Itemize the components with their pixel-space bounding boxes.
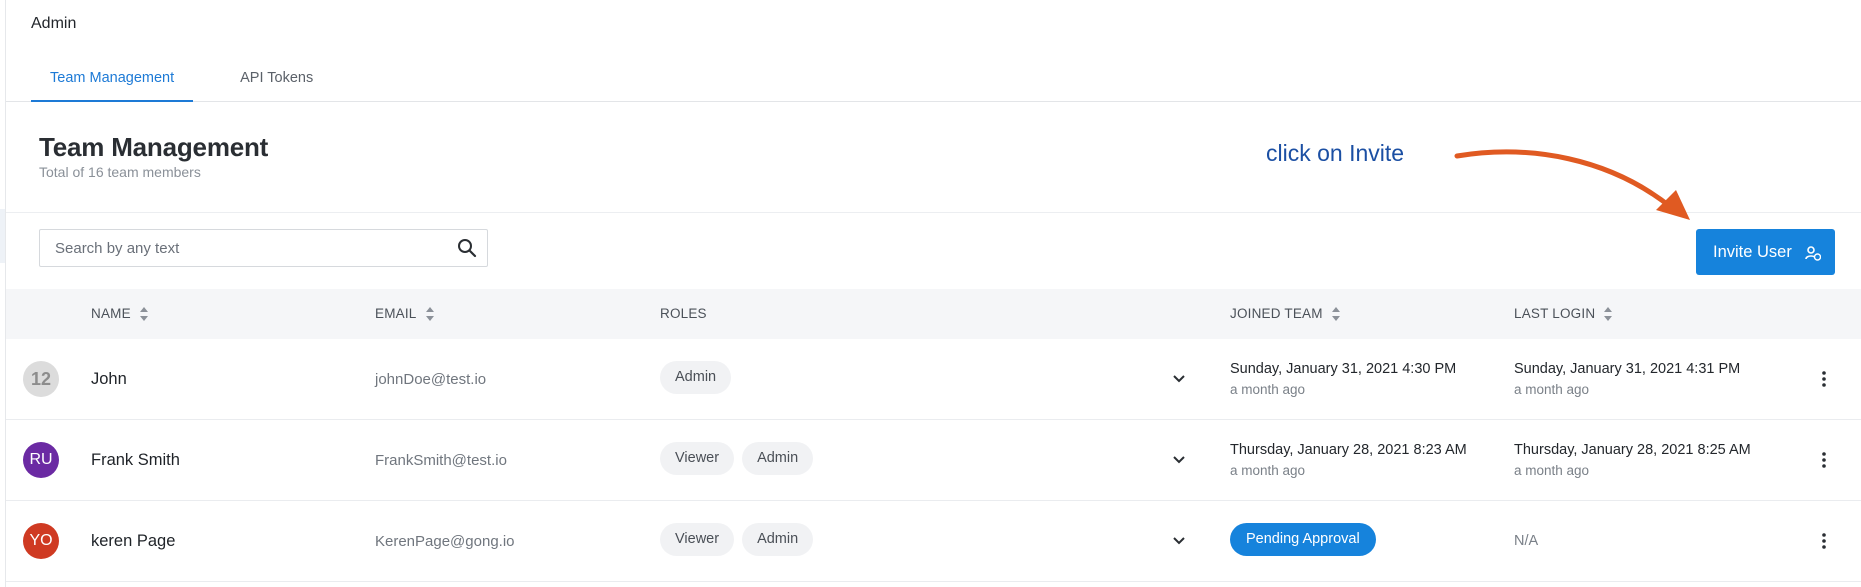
tab-api-tokens[interactable]: API Tokens bbox=[221, 66, 332, 102]
joined-relative: a month ago bbox=[1230, 463, 1306, 478]
page-title: Team Management bbox=[39, 132, 269, 162]
chevron-down-icon[interactable] bbox=[1170, 531, 1188, 549]
sort-icon bbox=[139, 307, 148, 321]
column-header-roles: ROLES bbox=[660, 289, 707, 339]
more-options-icon[interactable] bbox=[1818, 369, 1830, 389]
add-user-icon bbox=[1805, 245, 1822, 266]
last-login-na: N/A bbox=[1514, 533, 1539, 549]
roles-list: Admin bbox=[660, 361, 732, 394]
avatar: 12 bbox=[23, 361, 59, 397]
invite-user-label: Invite User bbox=[1713, 242, 1792, 261]
column-label: LAST LOGIN bbox=[1514, 306, 1596, 321]
last-login-date: Sunday, January 31, 2021 4:31 PM bbox=[1514, 361, 1741, 377]
chevron-down-icon[interactable] bbox=[1170, 369, 1188, 387]
more-options-icon[interactable] bbox=[1818, 531, 1830, 551]
joined-date: Thursday, January 28, 2021 8:23 AM bbox=[1230, 442, 1467, 458]
search-icon[interactable] bbox=[447, 230, 487, 266]
page-subtitle: Total of 16 team members bbox=[39, 164, 201, 180]
more-options-icon[interactable] bbox=[1818, 450, 1830, 470]
column-label: EMAIL bbox=[375, 306, 417, 321]
column-header-joined-team[interactable]: JOINED TEAM bbox=[1230, 289, 1341, 339]
invite-user-button[interactable]: Invite User bbox=[1696, 229, 1835, 275]
member-email: FrankSmith@test.io bbox=[375, 452, 507, 469]
role-chip: Admin bbox=[742, 442, 814, 475]
roles-list: Viewer Admin bbox=[660, 523, 814, 556]
member-email: KerenPage@gong.io bbox=[375, 533, 515, 550]
table-row[interactable]: RU Frank Smith FrankSmith@test.io Viewer… bbox=[6, 420, 1861, 501]
team-table: NAME EMAIL ROLES JOINED TEAM LAST LOGIN … bbox=[6, 289, 1861, 582]
sort-icon bbox=[425, 307, 434, 321]
column-header-name[interactable]: NAME bbox=[91, 289, 149, 339]
tab-bar: Team Management API Tokens bbox=[31, 66, 332, 102]
joined-relative: a month ago bbox=[1230, 382, 1306, 397]
column-label: JOINED TEAM bbox=[1230, 306, 1323, 321]
annotation-text: click on Invite bbox=[1266, 140, 1405, 166]
table-header: NAME EMAIL ROLES JOINED TEAM LAST LOGIN bbox=[6, 289, 1861, 339]
joined-date: Sunday, January 31, 2021 4:30 PM bbox=[1230, 361, 1457, 377]
avatar: RU bbox=[23, 442, 59, 478]
left-rail-marker bbox=[0, 209, 5, 263]
member-email: johnDoe@test.io bbox=[375, 371, 487, 388]
chevron-down-icon[interactable] bbox=[1170, 450, 1188, 468]
member-name: Frank Smith bbox=[91, 451, 180, 469]
search-input[interactable] bbox=[40, 231, 447, 265]
column-label: ROLES bbox=[660, 306, 707, 321]
role-chip: Viewer bbox=[660, 523, 735, 556]
last-login-relative: a month ago bbox=[1514, 463, 1590, 478]
role-chip: Admin bbox=[742, 523, 814, 556]
toolbar: Invite User bbox=[6, 213, 1861, 289]
search-box bbox=[39, 229, 488, 267]
last-login-date: Thursday, January 28, 2021 8:25 AM bbox=[1514, 442, 1751, 458]
table-row[interactable]: YO keren Page KerenPage@gong.io Viewer A… bbox=[6, 501, 1861, 582]
avatar: YO bbox=[23, 523, 59, 559]
member-name: keren Page bbox=[91, 532, 176, 550]
column-header-last-login[interactable]: LAST LOGIN bbox=[1514, 289, 1613, 339]
table-row[interactable]: 12 John johnDoe@test.io Admin Sunday, Ja… bbox=[6, 339, 1861, 420]
sort-icon bbox=[1604, 307, 1613, 321]
top-header: Admin Team Management API Tokens bbox=[6, 0, 1861, 102]
role-chip: Admin bbox=[660, 361, 732, 394]
roles-list: Viewer Admin bbox=[660, 442, 814, 475]
column-header-email[interactable]: EMAIL bbox=[375, 289, 435, 339]
role-chip: Viewer bbox=[660, 442, 735, 475]
app-title: Admin bbox=[31, 15, 77, 32]
member-name: John bbox=[91, 370, 127, 388]
pending-approval-badge[interactable]: Pending Approval bbox=[1230, 523, 1376, 556]
column-label: NAME bbox=[91, 306, 131, 321]
last-login-relative: a month ago bbox=[1514, 382, 1590, 397]
sort-icon bbox=[1331, 307, 1340, 321]
tab-team-management[interactable]: Team Management bbox=[31, 66, 194, 102]
